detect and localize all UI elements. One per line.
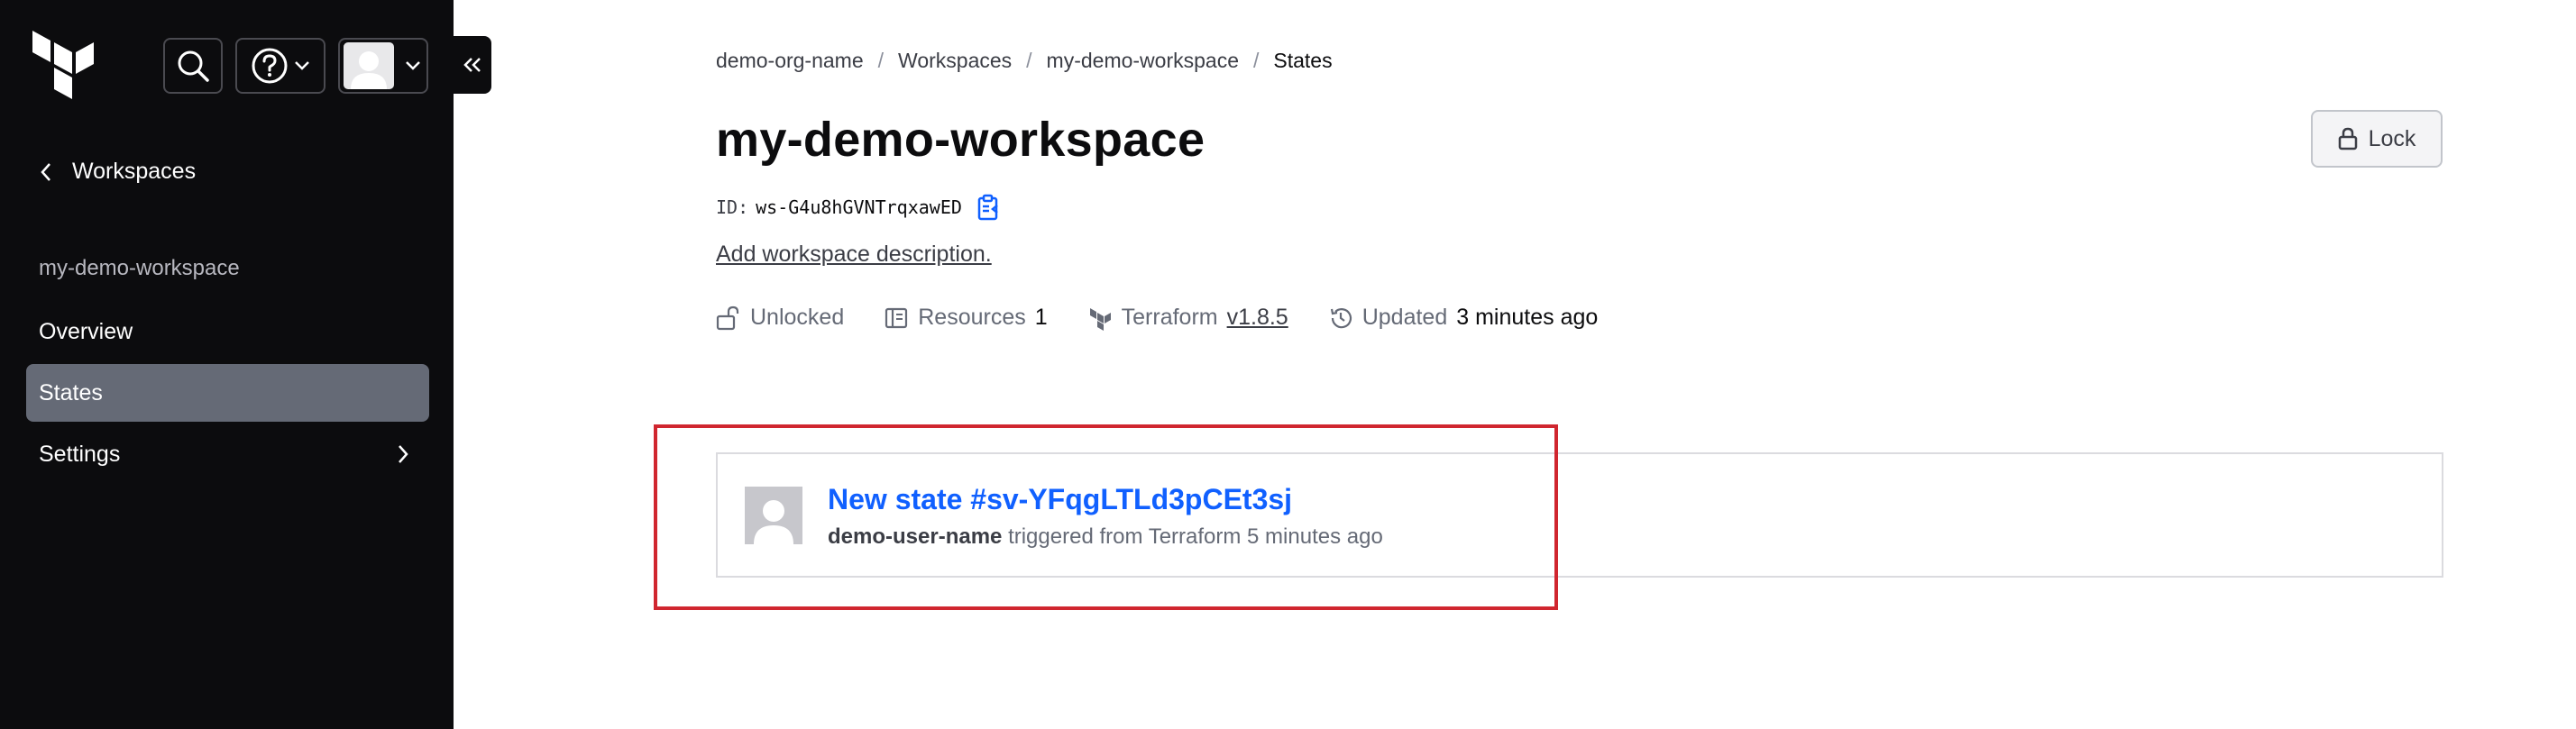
unlock-icon — [716, 305, 739, 330]
help-icon — [252, 48, 288, 84]
chevron-right-icon — [399, 445, 408, 463]
chevron-down-icon — [295, 61, 309, 70]
collapse-sidebar-button[interactable] — [454, 36, 491, 94]
terraform-logo-icon[interactable] — [32, 31, 96, 99]
workspace-id-label: ID: — [716, 196, 749, 218]
sidebar-item-overview[interactable]: Overview — [26, 303, 429, 360]
resources-label: Resources — [918, 305, 1026, 330]
list-item: New state #sv-YFqgLTLd3pCEt3sj demo-user… — [716, 452, 2443, 578]
help-menu-button[interactable] — [235, 38, 325, 94]
chevron-down-icon — [406, 61, 420, 70]
breadcrumb-separator: / — [877, 49, 885, 72]
terraform-version-link[interactable]: v1.8.5 — [1227, 305, 1288, 331]
sidebar-item-states[interactable]: States — [26, 364, 429, 422]
lock-status-label: Unlocked — [750, 305, 845, 330]
breadcrumb-separator: / — [1026, 49, 1032, 72]
sidebar: Workspaces my-demo-workspace Overview St… — [0, 0, 454, 729]
breadcrumb-current: States — [1273, 49, 1333, 72]
lock-button[interactable]: Lock — [2311, 110, 2443, 168]
updated-value: 3 minutes ago — [1456, 305, 1599, 330]
sidebar-item-label: Settings — [39, 441, 121, 467]
state-user: demo-user-name — [828, 524, 1003, 549]
breadcrumb-workspace[interactable]: my-demo-workspace — [1047, 49, 1239, 73]
state-trigger-info: demo-user-name triggered from Terraform … — [828, 524, 1383, 550]
back-to-workspaces-link[interactable]: Workspaces — [40, 159, 196, 185]
sidebar-item-label: Overview — [39, 318, 133, 344]
chevron-left-icon — [41, 162, 50, 181]
clipboard-copy-icon[interactable] — [976, 194, 1002, 221]
resources-value: 1 — [1034, 305, 1048, 330]
sidebar-workspace-name: my-demo-workspace — [39, 256, 240, 280]
user-avatar — [745, 487, 802, 544]
resources-icon — [885, 307, 908, 328]
breadcrumb: demo-org-name / Workspaces / my-demo-wor… — [716, 49, 1333, 73]
workspace-id-value: ws-G4u8hGVNTrqxawED — [756, 196, 962, 218]
search-button[interactable] — [163, 38, 223, 94]
history-icon — [1330, 307, 1352, 328]
workspace-id: ID: ws-G4u8hGVNTrqxawED — [716, 194, 1002, 221]
user-avatar — [344, 42, 394, 89]
back-link-label: Workspaces — [72, 159, 197, 184]
user-silhouette-icon — [754, 500, 793, 544]
terraform-version: Terraform v1.8.5 — [1087, 305, 1288, 331]
user-silhouette-icon — [351, 51, 387, 89]
state-detail: triggered from Terraform 5 minutes ago — [1008, 524, 1383, 549]
search-icon — [178, 50, 209, 82]
state-version-link[interactable]: New state #sv-YFqgLTLd3pCEt3sj — [828, 483, 1292, 516]
breadcrumb-org[interactable]: demo-org-name — [716, 49, 864, 73]
lock-status: Unlocked — [716, 305, 844, 331]
resources-count: Resources 1 — [884, 305, 1048, 331]
breadcrumb-workspaces[interactable]: Workspaces — [898, 49, 1012, 73]
app-root: Workspaces my-demo-workspace Overview St… — [0, 0, 2576, 729]
double-chevron-left-icon — [463, 58, 481, 72]
lock-icon — [2338, 127, 2357, 150]
lock-button-label: Lock — [2368, 125, 2416, 151]
page-title: my-demo-workspace — [716, 113, 1205, 167]
sidebar-item-label: States — [39, 379, 103, 406]
terraform-icon — [1089, 307, 1111, 331]
breadcrumb-separator: / — [1253, 49, 1260, 72]
updated-time: Updated 3 minutes ago — [1328, 305, 1599, 331]
workspace-meta: Unlocked Resources 1 Terraform v1.8.5 Up… — [716, 305, 1637, 331]
user-menu-button[interactable] — [338, 38, 428, 94]
updated-label: Updated — [1361, 305, 1448, 330]
add-description-link[interactable]: Add workspace description. — [716, 241, 992, 268]
sidebar-item-settings[interactable]: Settings — [26, 425, 429, 483]
terraform-label: Terraform — [1121, 305, 1218, 330]
